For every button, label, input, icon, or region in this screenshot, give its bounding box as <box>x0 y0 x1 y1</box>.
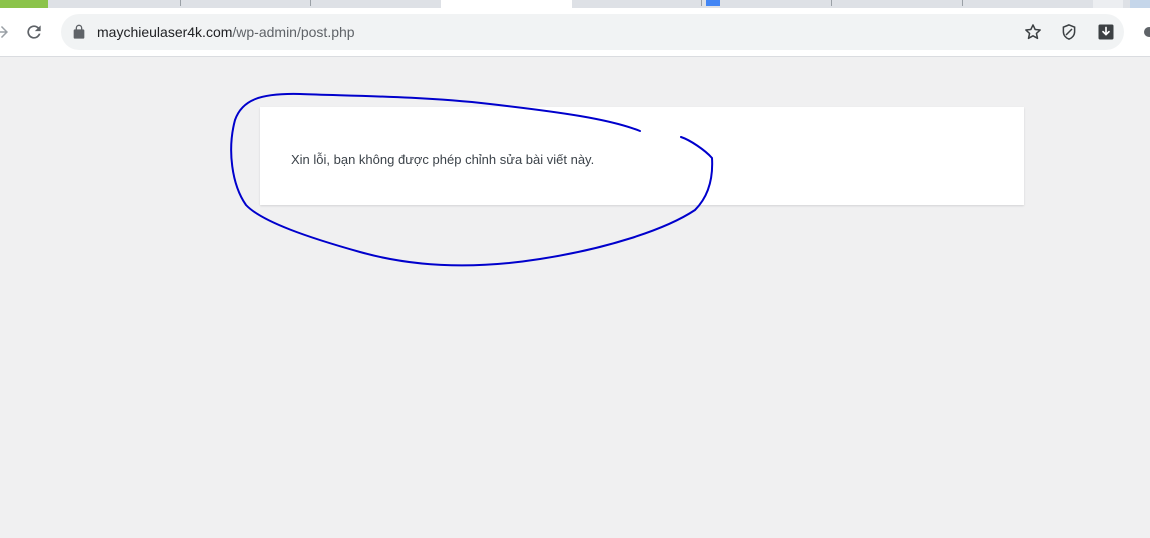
new-tab-area[interactable] <box>1093 0 1123 8</box>
browser-toolbar: maychieulaser4k.com/wp-admin/post.php <box>0 8 1150 57</box>
extension-icon-partial[interactable] <box>1140 21 1150 43</box>
shield-extension-icon <box>1062 24 1076 40</box>
tab-favicon <box>706 0 720 6</box>
address-bar[interactable]: maychieulaser4k.com/wp-admin/post.php <box>61 14 1124 50</box>
tab-first[interactable] <box>0 0 48 8</box>
url-domain: maychieulaser4k.com <box>97 24 233 40</box>
tab-strip <box>0 0 1150 8</box>
bookmark-star-icon <box>1025 24 1041 40</box>
arrow-forward-icon <box>0 26 8 38</box>
reload-icon <box>27 25 41 39</box>
download-extension-icon <box>1098 24 1114 40</box>
tab-separator <box>701 0 702 6</box>
permission-notice: Xin lỗi, bạn không được phép chỉnh sửa b… <box>260 107 1024 205</box>
window-control[interactable] <box>1130 0 1150 8</box>
tab-separator <box>962 0 963 6</box>
url-text[interactable]: maychieulaser4k.com/wp-admin/post.php <box>97 23 355 41</box>
reload-button[interactable] <box>22 20 46 44</box>
download-extension-button[interactable] <box>1096 22 1116 42</box>
tab-separator <box>831 0 832 6</box>
tab-separator <box>310 0 311 6</box>
notice-message: Xin lỗi, bạn không được phép chỉnh sửa b… <box>291 152 595 167</box>
lock-icon[interactable] <box>71 24 87 40</box>
tab-separator <box>180 0 181 6</box>
hand-drawn-circle-annotation <box>230 92 714 267</box>
shield-extension-button[interactable] <box>1059 22 1079 42</box>
url-path: /wp-admin/post.php <box>232 24 355 40</box>
forward-button[interactable] <box>0 20 14 44</box>
bookmark-button[interactable] <box>1023 22 1043 42</box>
tab-active[interactable] <box>441 0 572 8</box>
